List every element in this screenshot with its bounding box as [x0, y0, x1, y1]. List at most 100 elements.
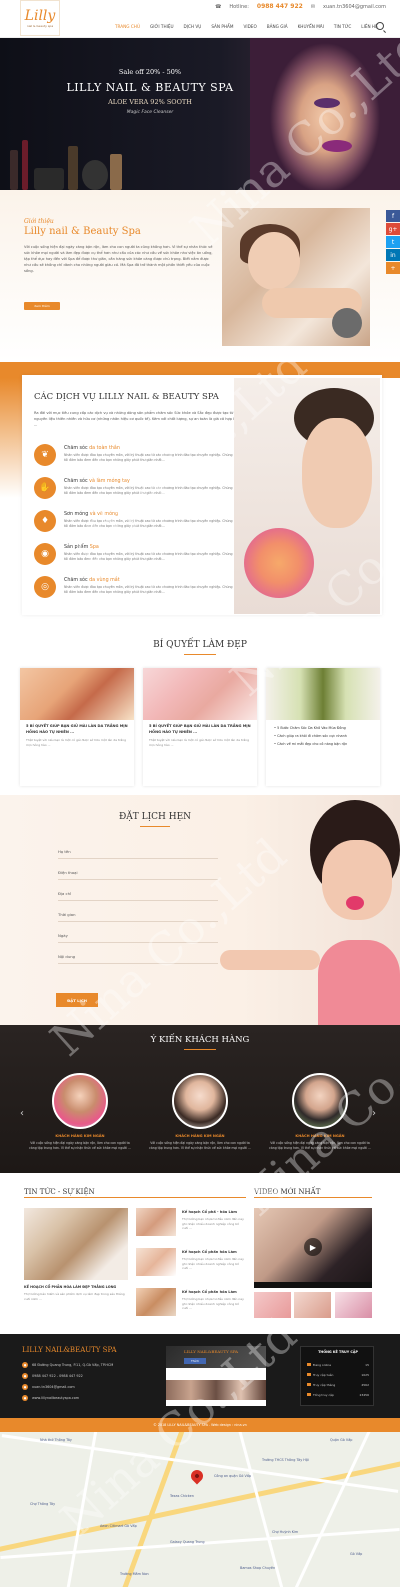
facebook-widget[interactable]: LILLY NAIL&BEAUTY SPA Thích	[166, 1346, 266, 1406]
phone-field[interactable]: Điện thoại	[58, 866, 218, 880]
nav-item-video[interactable]: VIDEO	[238, 24, 261, 29]
hand-icon: ✋	[34, 477, 56, 499]
testimonial-name: KHÁCH HÀNG KIM NGÂN	[295, 1134, 345, 1138]
about-more-button[interactable]: Xem thêm	[24, 302, 60, 310]
tip-image[interactable]	[143, 668, 257, 720]
tip-link[interactable]: • Cách về mi mắt đẹp cho cô nàng bận rộn	[274, 740, 374, 748]
service-name[interactable]: da toàn thân	[89, 446, 120, 451]
logo-text: Lilly	[24, 8, 56, 24]
news-item-title[interactable]: Kế hoạch Cổ phần hóa Làm	[182, 1250, 237, 1254]
stats-title: THỐNG KÊ TRUY CẬP	[318, 1350, 358, 1354]
service-item[interactable]: ✋ Chăm sóc và làm móng tay Nhân viên đượ…	[34, 477, 244, 503]
tip-card[interactable]: 5 BÍ QUYẾT GIÚP BẠN GIỮ MÀI LÀN DA TRẮNG…	[20, 668, 134, 786]
service-item[interactable]: ◉ Sản phẩm Spa Nhân viên được đào tạo ch…	[34, 543, 244, 569]
tip-image[interactable]	[266, 668, 380, 720]
play-icon[interactable]: ▶	[304, 1238, 322, 1256]
hero-model-eye	[314, 98, 340, 108]
video-thumbnail[interactable]	[294, 1292, 331, 1318]
visitor-stats: THỐNG KÊ TRUY CẬP Đang online 15 Truy cập…	[300, 1346, 374, 1406]
tip-desc: Thật tuyệt vời nếu bạn là một cô gái đượ…	[26, 738, 127, 747]
service-name[interactable]: da vùng mắt	[89, 578, 120, 583]
linkedin-icon[interactable]: in	[386, 249, 400, 261]
map-label: Quận Gò Vấp	[330, 1438, 353, 1442]
testimonial-text: Với cuộc sống hiện đại ngày càng bận rộn…	[269, 1141, 371, 1150]
facebook-page-name[interactable]: LILLY NAIL&BEAUTY SPA	[184, 1349, 238, 1354]
time-field[interactable]: Thời gian	[58, 908, 218, 922]
tip-title[interactable]: 5 BÍ QUYẾT GIÚP BẠN GIỮ MÀI LÀN DA TRẮNG…	[149, 724, 253, 735]
hero-banner[interactable]: Sale off 20% - 50% LILLY NAIL & BEAUTY S…	[0, 38, 400, 190]
nav-item-pricing[interactable]: BẢNG GIÁ	[262, 24, 293, 29]
facebook-like-button[interactable]: Thích	[184, 1358, 206, 1364]
service-item[interactable]: ❦ Chăm sóc da toàn thân Nhân viên được đ…	[34, 444, 244, 470]
news-thumb[interactable]	[136, 1208, 176, 1236]
tip-link[interactable]: • 5 Bước Chăm Sóc Da Khô Vào Mùa Đông	[274, 724, 374, 732]
news-item-title[interactable]: Kế hoạch Cổ phần hóa Làm	[182, 1290, 237, 1294]
news-thumb[interactable]	[136, 1248, 176, 1276]
service-name[interactable]: và vẽ móng	[90, 512, 118, 517]
google-plus-icon[interactable]: g+	[386, 223, 400, 235]
service-item[interactable]: ◎ Chăm sóc da vùng mắt Nhân viên được đà…	[34, 576, 244, 602]
service-desc: Nhân viên được đào tạo chuyên môn, với k…	[64, 552, 233, 561]
title-underline	[140, 826, 170, 827]
news-item[interactable]: Kế hoạch Cổ phần hóa Làm Thị trường bạn …	[136, 1248, 246, 1284]
video-player[interactable]: ▶	[254, 1208, 372, 1288]
hero-sale-text: Sale off 20% - 50%	[118, 68, 182, 76]
tip-card[interactable]: • 5 Bước Chăm Sóc Da Khô Vào Mùa Đông • …	[266, 668, 380, 786]
content-field[interactable]: Nội dung	[58, 950, 218, 964]
nav-item-about[interactable]: GIỚI THIỆU	[145, 24, 179, 29]
testimonial-text: Với cuộc sống hiện đại ngày càng bận rộn…	[29, 1141, 131, 1150]
google-map[interactable]: Nhà thờ Thông Tây Công an quận Gò Vấp Tr…	[0, 1432, 400, 1587]
nav-item-services[interactable]: DỊCH VỤ	[179, 24, 207, 29]
video-thumbnail[interactable]	[254, 1292, 291, 1318]
logo[interactable]: Lilly nail & beauty spa	[20, 0, 60, 36]
twitter-icon[interactable]: t	[386, 236, 400, 248]
video-thumbnail[interactable]	[335, 1292, 372, 1318]
mail-icon: ●	[22, 1384, 28, 1390]
video-underline	[254, 1197, 372, 1198]
page: Lilly nail & beauty spa ☎ Hotline: 0988 …	[0, 0, 400, 1587]
avatar	[292, 1073, 348, 1129]
jar-icon: ◉	[34, 543, 56, 565]
nav-item-home[interactable]: TRANG CHỦ	[110, 24, 145, 29]
service-item[interactable]: ♦ Sơn móng và vẽ móng Nhân viên được đào…	[34, 510, 244, 536]
date-field[interactable]: Ngày	[58, 929, 218, 943]
news-main-title[interactable]: KẾ HOẠCH CỔ PHẦN HÓA LÀM ĐẸP THẲNG LONG	[24, 1285, 128, 1289]
news-item[interactable]: Kế hoạch Cổ phần hóa Làm Thị trường bạn …	[136, 1288, 246, 1324]
name-field[interactable]: Họ tên	[58, 845, 218, 859]
more-share-icon[interactable]: +	[386, 262, 400, 274]
nav-item-products[interactable]: SẢN PHẨM	[206, 24, 238, 29]
testimonial-name: KHÁCH HÀNG KIM NGÂN	[55, 1134, 105, 1138]
service-desc: Nhân viên được đào tạo chuyên môn, với k…	[64, 486, 233, 495]
services-model-image	[234, 378, 380, 614]
nav-item-promotions[interactable]: KHUYẾN MÃI	[293, 24, 329, 29]
phone-icon: ☎	[215, 3, 222, 10]
map-label: Nhà thờ Thông Tây	[40, 1438, 72, 1442]
service-name[interactable]: và làm móng tay	[89, 479, 130, 484]
service-prefix: Sản phẩm	[64, 545, 89, 550]
tip-link[interactable]: • Cách giúp ra khỏi đi chăm sóc cực nhan…	[274, 732, 374, 740]
facebook-icon[interactable]: f	[386, 210, 400, 222]
book-button[interactable]: ĐẶT LỊCH	[56, 993, 98, 1007]
avatar	[172, 1073, 228, 1129]
news-item-title[interactable]: Kế hoạch Cổ phầ - hóa Làm	[182, 1210, 237, 1214]
service-name[interactable]: Spa	[90, 545, 99, 550]
service-desc: Nhân viên được đào tạo chuyên môn, với k…	[64, 453, 233, 462]
nav-item-news[interactable]: TIN TỨC	[329, 24, 356, 29]
video-controls-bar[interactable]	[254, 1282, 372, 1288]
news-item[interactable]: Kế hoạch Cổ phầ - hóa Làm Thị trường bạn…	[136, 1208, 246, 1244]
footer-phone[interactable]: ● 0988 447 922 - 0988 447 922	[22, 1373, 172, 1379]
news-thumb[interactable]	[136, 1288, 176, 1316]
phone-icon: ●	[22, 1373, 28, 1379]
tip-title[interactable]: 5 BÍ QUYẾT GIÚP BẠN GIỮ MÀI LÀN DA TRẮNG…	[26, 724, 130, 735]
footer-website[interactable]: ● www.lillynailbeautyspa.com	[22, 1395, 172, 1401]
footer-email[interactable]: ● xuan.tn3604@gmail.com	[22, 1384, 172, 1390]
service-prefix: Chăm sóc	[64, 446, 88, 451]
tip-card[interactable]: 5 BÍ QUYẾT GIÚP BẠN GIỮ MÀI LÀN DA TRẮNG…	[143, 668, 257, 786]
hotline-number[interactable]: 0988 447 922	[257, 3, 303, 10]
header-email[interactable]: xuan.tn3604@gmail.com	[323, 4, 386, 10]
address-field[interactable]: Địa chỉ	[58, 887, 218, 901]
news-main-desc: Thị trường bảo hiểm và sản phẩm dịch vụ …	[24, 1292, 125, 1301]
search-icon[interactable]	[376, 22, 384, 30]
news-main-image[interactable]	[24, 1208, 128, 1280]
tip-image[interactable]	[20, 668, 134, 720]
